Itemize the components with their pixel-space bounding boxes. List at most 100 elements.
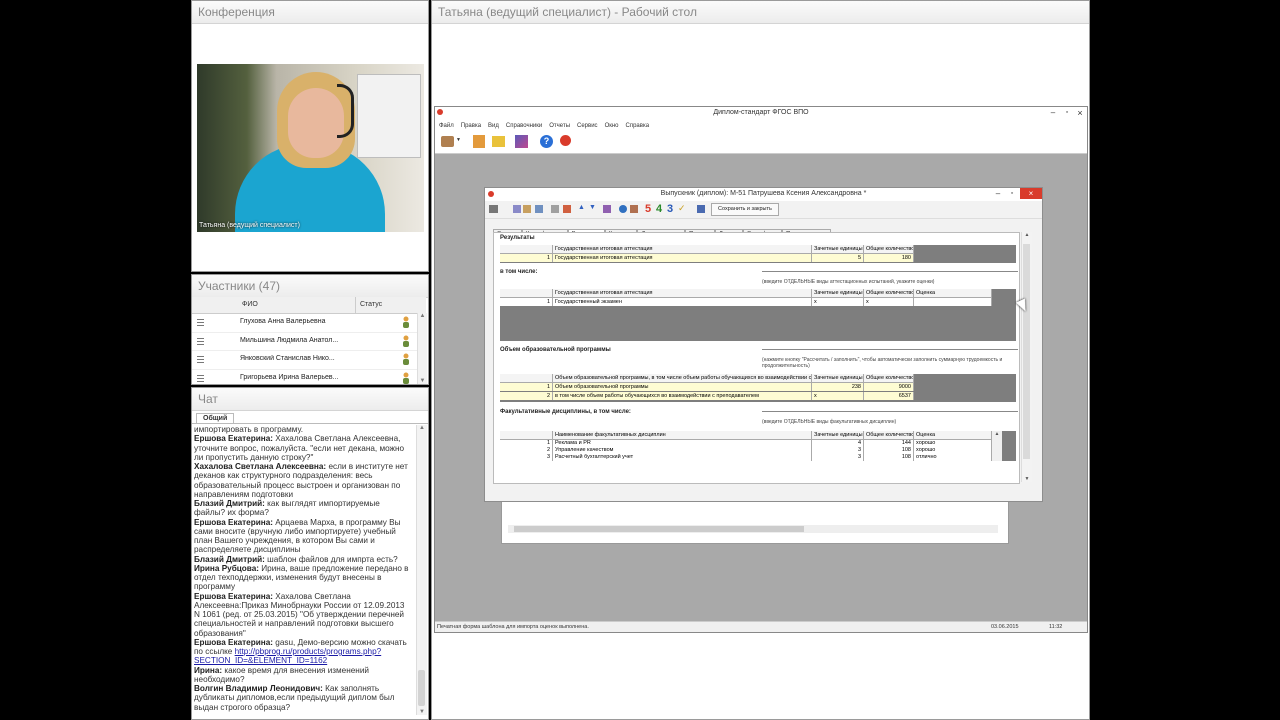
arrow-down-icon[interactable]: ▼ — [589, 204, 596, 211]
undo-icon[interactable] — [535, 205, 543, 213]
scroll-thumb[interactable] — [514, 526, 804, 532]
background-window — [501, 495, 1009, 544]
dialog-scrollbar[interactable]: ▲ ▼ — [1021, 232, 1032, 482]
scroll-up-icon[interactable]: ▲ — [1022, 232, 1032, 238]
table-optional-disciplines: Наименование факультативных дисциплин За… — [500, 431, 1016, 461]
menu-item[interactable]: Окно — [605, 123, 619, 129]
toolbar-tool-icon[interactable] — [551, 205, 559, 213]
menu-item[interactable]: Сервис — [577, 123, 598, 129]
chat-scrollbar[interactable]: ▲ ▼ — [416, 425, 427, 715]
user-icon — [403, 316, 409, 328]
print-icon[interactable] — [489, 205, 498, 213]
windows-icon[interactable] — [515, 135, 528, 148]
menu-icon[interactable] — [197, 356, 204, 363]
info-icon[interactable] — [619, 205, 627, 213]
menu-item[interactable]: Файл — [439, 123, 454, 129]
row-name: Управление качеством — [553, 447, 812, 454]
chat-message: Хахалова Светлана Алексеевна: если в инс… — [194, 462, 410, 499]
menu-item[interactable]: Справка — [626, 123, 650, 129]
arrow-up-icon[interactable]: ▲ — [578, 204, 585, 211]
results-content: Результаты Государственная итоговая атте… — [493, 232, 1020, 484]
menu-item[interactable]: Справочники — [506, 123, 542, 129]
toolbar-tool-icon[interactable] — [523, 205, 531, 213]
table-row[interactable]: 1 Государственная итоговая аттестация 5 … — [500, 254, 914, 262]
grade-5-button[interactable]: 5 — [645, 203, 651, 215]
help-icon[interactable]: ? — [540, 135, 553, 148]
minimize-button[interactable]: – — [992, 188, 1004, 200]
user-icon — [403, 353, 409, 365]
col-name-header[interactable]: ФИО — [242, 301, 258, 308]
scroll-up-icon[interactable]: ▲ — [418, 313, 427, 319]
table-row[interactable]: 1 Реклама и PR 4 144 хорошо — [500, 440, 992, 447]
participant-name: Глухова Анна Валерьевна — [240, 318, 326, 325]
flower-icon[interactable] — [560, 135, 571, 146]
col-status-header[interactable]: Статус — [355, 297, 382, 313]
check-icon[interactable]: ✓ — [678, 203, 686, 214]
table-row[interactable]: 3 Расчетный бухгалтерский учет 3 108 отл… — [500, 454, 992, 461]
table-row[interactable]: 1 Объем образовательной программы 238 90… — [500, 383, 914, 391]
row-grade[interactable] — [914, 298, 992, 306]
menu-icon[interactable] — [197, 374, 204, 382]
minimize-button[interactable]: – — [1047, 107, 1059, 119]
participant-row[interactable]: Мильшина Людмила Анатол... — [192, 333, 426, 351]
menu-item[interactable]: Вид — [488, 123, 499, 129]
chat-text: шаблон файлов для импрта есть? — [267, 554, 398, 564]
chat-message: Ирина Рубцова: Ирина, ваше предложение п… — [194, 564, 410, 592]
close-button[interactable]: × — [1074, 107, 1086, 119]
row-credits: х — [812, 392, 864, 400]
menu-icon[interactable] — [197, 319, 204, 326]
dropdown-arrow-icon[interactable]: ▼ — [456, 137, 461, 143]
menu-item[interactable]: Отчеты — [549, 123, 570, 129]
table-row[interactable]: 2 в том числе объем работы обучающихся в… — [500, 392, 914, 400]
t2-header-total: Общее количество — [866, 289, 914, 297]
maximize-button[interactable]: ▫ — [1061, 107, 1073, 119]
app-title: Диплом-стандарт ФГОС ВПО — [713, 109, 809, 116]
participants-scrollbar[interactable]: ▲ ▼ — [417, 313, 427, 384]
background-hscroll[interactable] — [508, 525, 998, 533]
close-button[interactable]: × — [1020, 188, 1042, 199]
save-close-button[interactable]: Сохранить и закрыть — [711, 203, 779, 216]
row-grade[interactable]: хорошо — [914, 440, 992, 447]
row-grade[interactable]: отлично — [914, 454, 992, 461]
chat-log: импортировать в программу. Ершова Екатери… — [192, 425, 414, 713]
status-time: 11:32 — [1049, 624, 1063, 630]
student-dialog: Выпускник (диплом): М-51 Патрушева Ксени… — [484, 187, 1043, 502]
row-grade[interactable]: хорошо — [914, 447, 992, 454]
table-row[interactable]: 2 Управление качеством 3 108 хорошо — [500, 447, 992, 454]
grade-4-button[interactable]: 4 — [656, 203, 662, 215]
box-icon[interactable] — [441, 136, 454, 147]
table-row[interactable]: 1 Государственный экзамен х х — [500, 298, 992, 306]
row-credits: 3 — [812, 454, 864, 461]
toolbar-tool-icon[interactable] — [563, 205, 571, 213]
signpost-icon[interactable] — [473, 135, 485, 148]
scroll-up-icon[interactable]: ▲ — [417, 425, 427, 431]
edit-icon[interactable] — [603, 205, 611, 213]
row-total: 108 — [864, 447, 914, 454]
chat-author: Ершова Екатерина: — [194, 637, 276, 647]
scroll-down-icon[interactable]: ▼ — [418, 378, 427, 384]
participant-row[interactable]: Янковский Станислав Нико... — [192, 351, 426, 370]
chat-message: Блазий Дмитрий: шаблон файлов для импрта… — [194, 555, 410, 564]
save-icon[interactable] — [697, 205, 705, 213]
menu-item[interactable]: Правка — [461, 123, 481, 129]
app-menubar: Файл Правка Вид Справочники Отчеты Сервис Окно… — [435, 121, 1087, 131]
toolbar-tool-icon[interactable] — [513, 205, 521, 213]
participant-name: Мильшина Людмила Анатол... — [240, 336, 339, 344]
section-results: Результаты — [500, 235, 535, 241]
scroll-thumb[interactable] — [418, 670, 425, 706]
scroll-down-icon[interactable]: ▼ — [417, 709, 427, 715]
scroll-thumb[interactable] — [1023, 244, 1030, 459]
menu-icon[interactable] — [197, 337, 204, 345]
table-scrollbar[interactable]: ▲ — [992, 431, 1002, 461]
participant-row[interactable]: Глухова Анна Валерьевна — [192, 314, 426, 333]
toolbar-tool-icon[interactable] — [630, 205, 638, 213]
folders-icon[interactable] — [492, 136, 505, 147]
maximize-button[interactable]: ▫ — [1006, 188, 1018, 200]
grade-3-button[interactable]: 3 — [667, 203, 673, 215]
scroll-down-icon[interactable]: ▼ — [1022, 476, 1032, 482]
presenter-face — [288, 88, 344, 158]
participant-row[interactable]: Григорьева Ирина Валерьев... — [192, 370, 426, 388]
row-credits: 4 — [812, 440, 864, 447]
chat-message: Ершова Екатерина: gasu, Демо-версию можн… — [194, 638, 410, 666]
participants-table: ФИО Статус Глухова Анна Валерьевна Мильш… — [192, 297, 426, 388]
